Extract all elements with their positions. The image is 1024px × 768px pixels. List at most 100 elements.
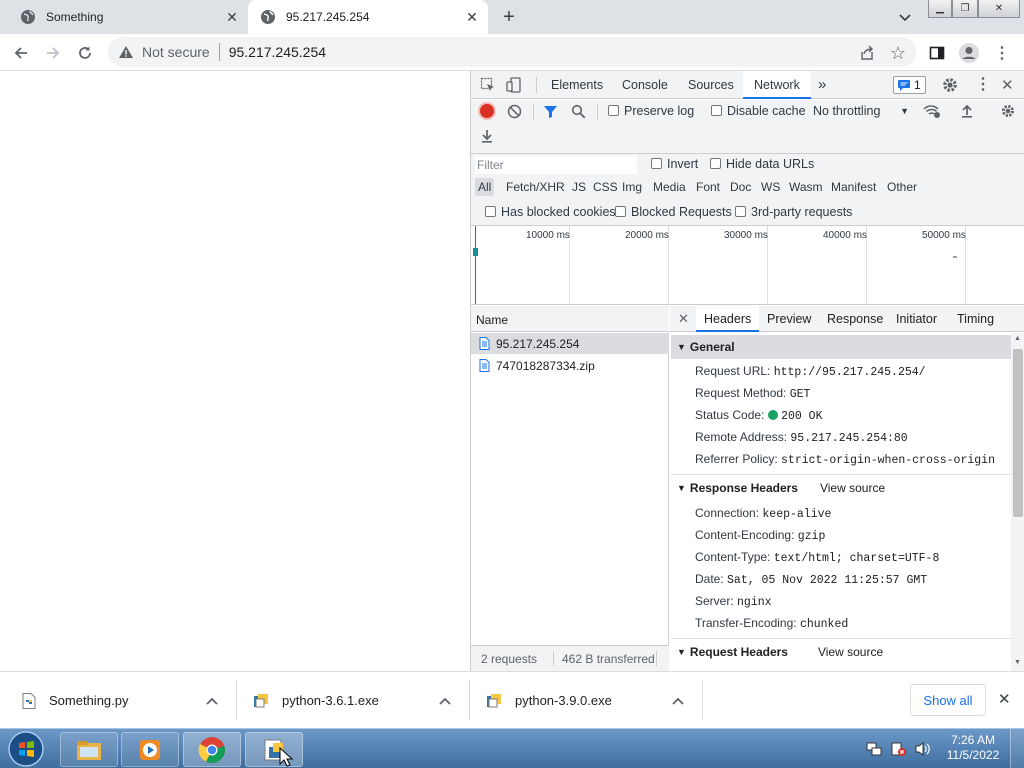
bookmark-star-icon[interactable]: ☆ [885,40,911,66]
back-icon[interactable] [8,40,34,66]
system-clock[interactable]: 7:26 AM 11/5/2022 [944,733,1002,763]
address-bar[interactable]: Not secure 95.217.245.254 [108,37,916,67]
header-value[interactable]: Sat, 05 Nov 2022 11:25:57 GMT [727,574,927,587]
devtools-menu-icon[interactable]: ⋮ [975,74,991,94]
show-all-button[interactable]: Show all [910,684,986,716]
more-tabs-icon[interactable]: » [818,71,826,99]
scrollbar-thumb[interactable] [1013,349,1023,517]
network-settings-gear-icon[interactable] [1000,103,1016,119]
action-center-warning-icon[interactable] [890,741,906,757]
tab-preview[interactable]: Preview [767,306,811,332]
timeline-overview[interactable]: 10000 ms 20000 ms 30000 ms 40000 ms 5000… [471,225,1024,305]
disable-cache-checkbox[interactable]: Disable cache [711,104,806,118]
tab-search-chevron-icon[interactable] [896,8,914,26]
tab-headers[interactable]: Headers [696,306,760,332]
type-filter-ws[interactable]: WS [761,178,780,196]
request-row[interactable]: 747018287334.zip [471,355,669,376]
tab-initiator[interactable]: Initiator [896,306,937,332]
close-tab-icon[interactable]: ✕ [224,9,240,25]
show-desktop-button[interactable] [1010,729,1024,768]
tab-sources[interactable]: Sources [688,71,734,99]
header-value[interactable]: nginx [737,596,772,609]
download-item[interactable]: python-3.9.0.exe [470,672,702,729]
type-filter-img[interactable]: Img [622,178,642,196]
issues-badge[interactable]: 1 [893,76,926,94]
has-blocked-cookies-checkbox[interactable]: Has blocked cookies [485,205,616,219]
blocked-requests-checkbox[interactable]: Blocked Requests [615,205,732,219]
type-filter-all[interactable]: All [475,178,495,196]
view-source-link[interactable]: View source [820,481,885,495]
section-response-headers[interactable]: ▼ Response Headers View source [671,476,1011,500]
start-button[interactable] [6,730,46,768]
settings-gear-icon[interactable] [941,76,959,94]
section-general[interactable]: ▼ General [671,335,1011,359]
network-conditions-icon[interactable] [923,103,941,119]
explorer-taskbar-icon[interactable] [60,732,118,767]
volume-tray-icon[interactable] [914,741,932,757]
view-source-link[interactable]: View source [818,645,883,659]
chevron-up-icon[interactable] [672,697,684,705]
filter-funnel-icon[interactable] [543,104,558,119]
type-filter-other[interactable]: Other [887,178,917,196]
scroll-up-icon[interactable]: ▲ [1014,335,1021,342]
download-item[interactable]: python-3.6.1.exe [237,672,469,729]
export-har-icon[interactable] [480,129,494,143]
clear-icon[interactable] [507,104,522,119]
reload-icon[interactable] [72,40,98,66]
section-request-headers[interactable]: ▼ Request Headers View source [671,640,1011,664]
media-player-taskbar-icon[interactable] [121,732,179,767]
tab-response[interactable]: Response [827,306,883,332]
header-value[interactable]: GET [790,388,811,401]
profile-avatar-icon[interactable] [956,40,982,66]
scrollbar[interactable]: ▲ ▼ [1011,333,1024,671]
type-filter-font[interactable]: Font [696,178,720,196]
column-header-name[interactable]: Name [471,306,669,332]
maximize-button[interactable]: ❐ [952,0,978,18]
type-filter-css[interactable]: CSS [593,178,618,196]
close-devtools-icon[interactable]: ✕ [1001,76,1014,94]
header-value[interactable]: 95.217.245.254:80 [790,432,907,445]
new-tab-button[interactable]: + [498,7,520,29]
tab-elements[interactable]: Elements [551,71,603,99]
tab-something[interactable]: Something ✕ [8,0,248,34]
close-download-bar-icon[interactable]: ✕ [998,690,1011,708]
installer-taskbar-icon[interactable] [245,732,303,767]
type-filter-doc[interactable]: Doc [730,178,751,196]
browser-menu-icon[interactable]: ⋮ [989,40,1015,66]
url-text[interactable]: 95.217.245.254 [229,44,326,60]
security-status[interactable]: Not secure [142,44,210,60]
share-icon[interactable] [854,40,880,66]
throttling-select[interactable]: No throttling ▼ [813,104,909,118]
device-toolbar-icon[interactable] [505,76,523,94]
tab-console[interactable]: Console [622,71,668,99]
network-tray-icon[interactable] [866,741,882,757]
header-value[interactable]: 200 OK [781,410,822,423]
minimize-button[interactable]: ▁ [928,0,952,18]
chrome-taskbar-icon[interactable] [183,732,241,767]
header-value[interactable]: text/html; charset=UTF-8 [774,552,940,565]
tab-timing[interactable]: Timing [957,306,994,332]
chevron-up-icon[interactable] [439,697,451,705]
type-filter-wasm[interactable]: Wasm [789,178,823,196]
tab-network[interactable]: Network [743,71,811,99]
third-party-requests-checkbox[interactable]: 3rd-party requests [735,205,852,219]
header-value[interactable]: gzip [798,530,826,543]
inspect-element-icon[interactable] [480,77,496,93]
record-icon[interactable] [480,104,494,118]
invert-checkbox[interactable]: Invert [651,157,698,171]
type-filter-js[interactable]: JS [572,178,586,196]
page-viewport[interactable] [0,71,470,671]
chevron-up-icon[interactable] [206,697,218,705]
request-row-selected[interactable]: 95.217.245.254 [471,333,669,354]
import-har-icon[interactable] [960,104,974,118]
type-filter-fetch-xhr[interactable]: Fetch/XHR [506,178,565,196]
tab-active[interactable]: 95.217.245.254 ✕ [248,0,488,34]
type-filter-manifest[interactable]: Manifest [831,178,876,196]
side-panel-icon[interactable] [924,40,950,66]
close-tab-icon[interactable]: ✕ [464,9,480,25]
header-value[interactable]: chunked [800,618,848,631]
type-filter-media[interactable]: Media [653,178,686,196]
filter-input[interactable]: Filter [475,156,637,174]
download-item[interactable]: Something.py [0,672,236,729]
search-icon[interactable] [571,104,586,119]
